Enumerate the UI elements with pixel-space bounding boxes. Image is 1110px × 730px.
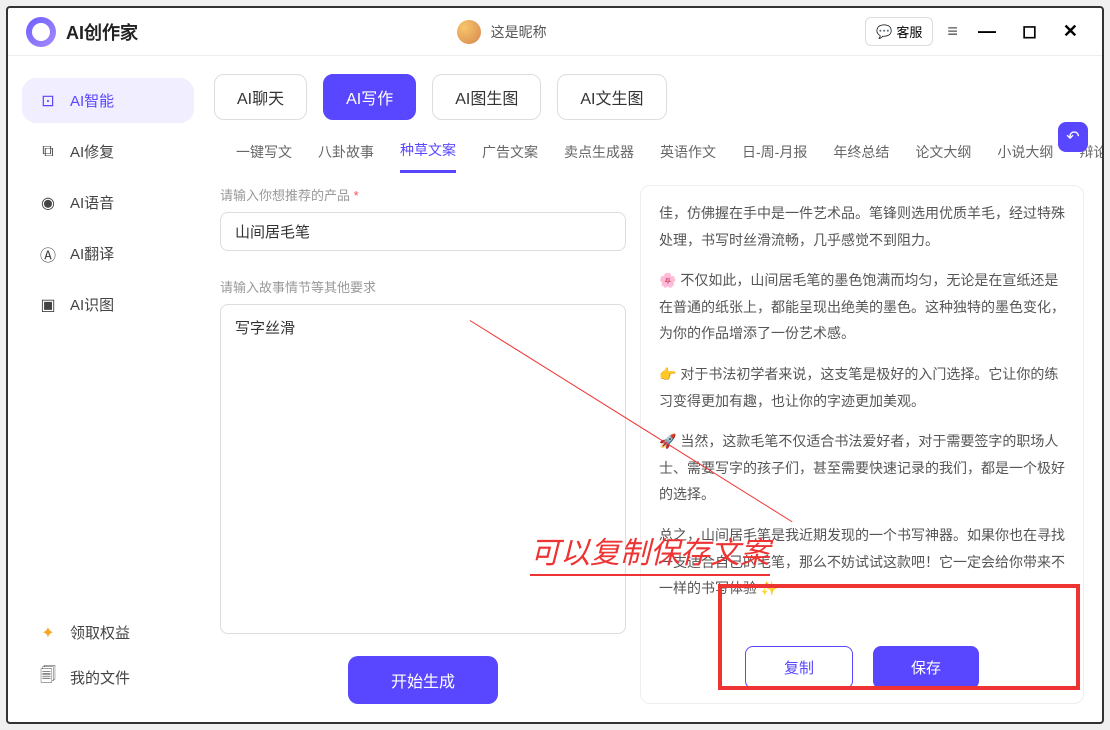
customer-service-button[interactable]: 💬 客服 — [865, 17, 933, 46]
subtab-onekey[interactable]: 一键写文 — [236, 142, 292, 172]
avatar[interactable] — [457, 20, 481, 44]
subtab-yearend[interactable]: 年终总结 — [833, 142, 889, 172]
file-icon: 🗐 — [38, 668, 58, 688]
close-button[interactable]: ✕ — [1057, 21, 1084, 42]
sidebar-item-ai-voice[interactable]: ◉ AI语音 — [22, 180, 194, 225]
generate-button[interactable]: 开始生成 — [348, 656, 498, 704]
subtab-novel[interactable]: 小说大纲 — [997, 142, 1053, 172]
main-tabs: AI聊天 AI写作 AI图生图 AI文生图 — [214, 74, 1084, 120]
tab-ai-chat[interactable]: AI聊天 — [214, 74, 307, 120]
details-textarea[interactable] — [220, 304, 626, 634]
output-panel: 佳，仿佛握在手中是一件艺术品。笔锋则选用优质羊毛，经过特殊处理，书写时丝滑流畅，… — [640, 185, 1084, 704]
chat-icon: 💬 — [876, 24, 892, 40]
titlebar: AI创作家 这是昵称 💬 客服 ≡ — ◻ ✕ — [8, 8, 1102, 56]
sub-tabs: 一键写文 八卦故事 种草文案 广告文案 卖点生成器 英语作文 日-周-月报 年终… — [214, 134, 1084, 173]
sidebar-item-benefits[interactable]: ✦ 领取权益 — [22, 610, 194, 655]
save-button[interactable]: 保存 — [873, 646, 979, 689]
repair-icon: ⧉ — [38, 142, 58, 162]
subtab-selling[interactable]: 卖点生成器 — [564, 142, 634, 172]
output-text[interactable]: 佳，仿佛握在手中是一件艺术品。笔锋则选用优质羊毛，经过特殊处理，书写时丝滑流畅，… — [659, 200, 1065, 634]
maximize-button[interactable]: ◻ — [1016, 21, 1043, 42]
voice-icon: ◉ — [38, 193, 58, 213]
form-panel: 请输入你想推荐的产品 * 请输入故事情节等其他要求 开始生成 — [214, 185, 626, 704]
product-label: 请输入你想推荐的产品 * — [220, 185, 626, 204]
app-logo-icon — [26, 17, 56, 47]
product-input[interactable] — [220, 212, 626, 251]
gift-icon: ✦ — [38, 623, 58, 643]
subtab-english[interactable]: 英语作文 — [660, 142, 716, 172]
subtab-report[interactable]: 日-周-月报 — [742, 142, 807, 172]
subtab-thesis[interactable]: 论文大纲 — [915, 142, 971, 172]
nickname: 这是昵称 — [491, 22, 547, 42]
sidebar-item-my-files[interactable]: 🗐 我的文件 — [22, 655, 194, 700]
sidebar-item-ai-image[interactable]: ▣ AI识图 — [22, 282, 194, 327]
copy-button[interactable]: 复制 — [745, 646, 853, 689]
sidebar-item-ai-smart[interactable]: ⊡ AI智能 — [22, 78, 194, 123]
sidebar-item-ai-translate[interactable]: Ⓐ AI翻译 — [22, 231, 194, 276]
image-icon: ▣ — [38, 295, 58, 315]
subtab-ad[interactable]: 广告文案 — [482, 142, 538, 172]
subtab-seed[interactable]: 种草文案 — [400, 140, 456, 173]
tab-ai-txt2img[interactable]: AI文生图 — [557, 74, 666, 120]
minimize-button[interactable]: — — [972, 21, 1002, 42]
app-title: AI创作家 — [66, 19, 138, 45]
undo-icon[interactable]: ↶ — [1058, 122, 1088, 152]
details-label: 请输入故事情节等其他要求 — [220, 277, 626, 296]
menu-icon[interactable]: ≡ — [947, 21, 958, 42]
subtab-gossip[interactable]: 八卦故事 — [318, 142, 374, 172]
translate-icon: Ⓐ — [38, 244, 58, 264]
ai-icon: ⊡ — [38, 91, 58, 111]
tab-ai-img2img[interactable]: AI图生图 — [432, 74, 541, 120]
sidebar: ⊡ AI智能 ⧉ AI修复 ◉ AI语音 Ⓐ AI翻译 ▣ AI识图 ✦ — [8, 56, 208, 722]
sidebar-item-ai-repair[interactable]: ⧉ AI修复 — [22, 129, 194, 174]
tab-ai-write[interactable]: AI写作 — [323, 74, 416, 120]
